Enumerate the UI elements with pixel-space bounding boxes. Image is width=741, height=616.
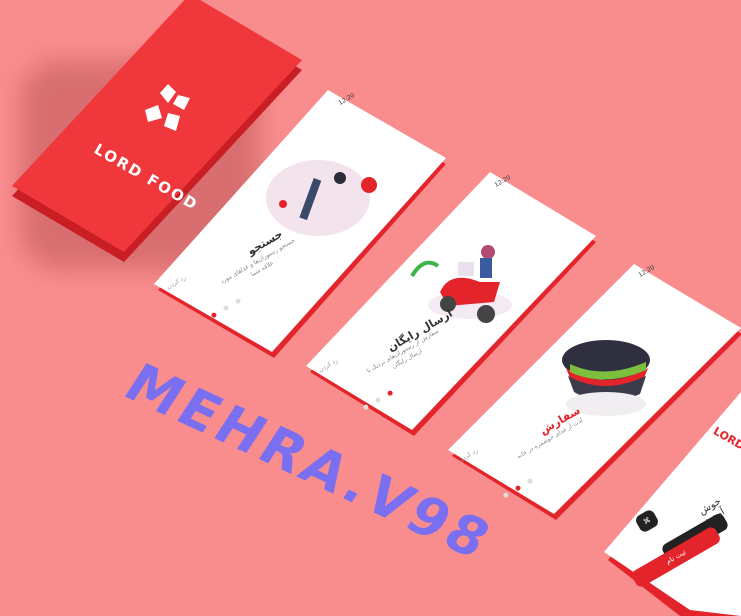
mockup-scene: LORD FOOD جستجو جستجو رستوران‌ها و غذاها… [0, 0, 741, 616]
qr-icon: ⌘ [641, 515, 653, 527]
